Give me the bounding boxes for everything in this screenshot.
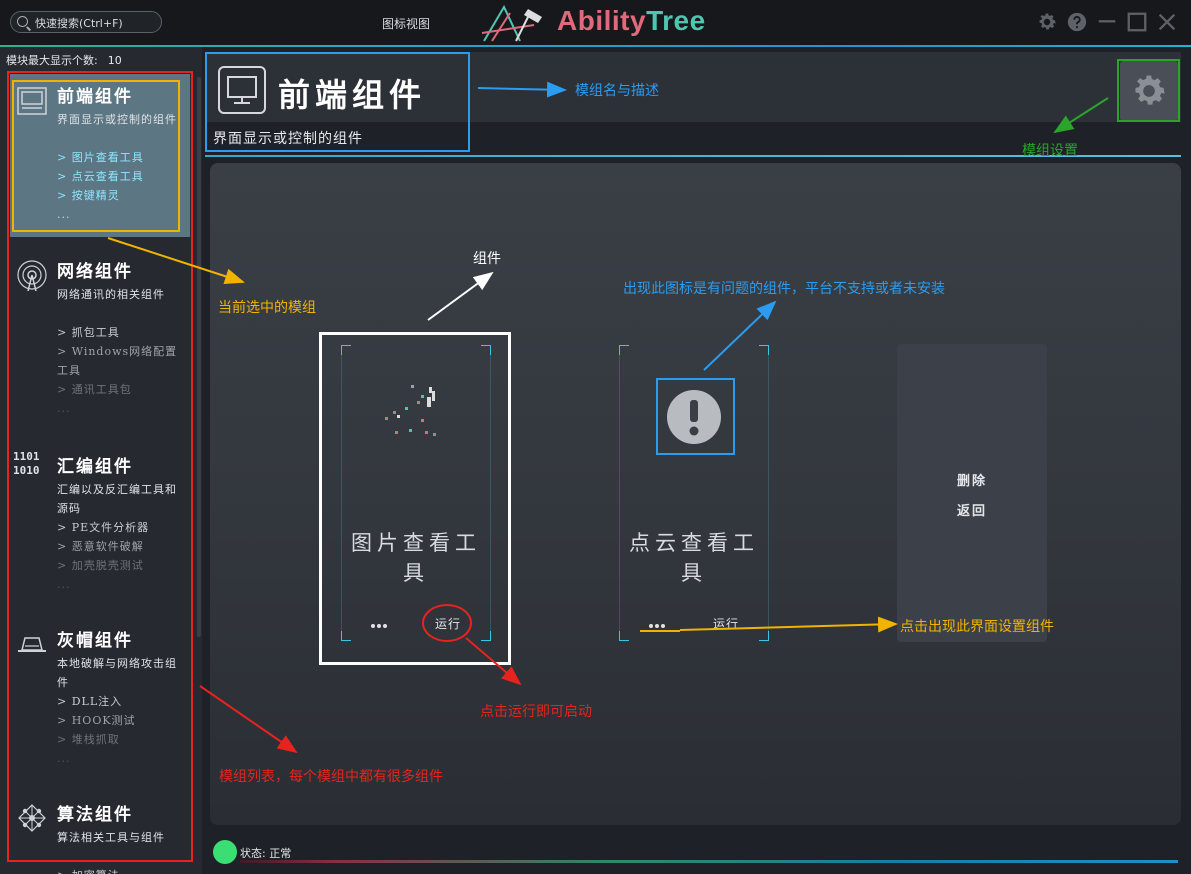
annotation-click-run: 点击运行即可启动 <box>480 703 592 719</box>
annotation-module-name-desc: 模组名与描述 <box>575 82 659 98</box>
list-item: > 加密算法 <box>57 866 120 874</box>
search-icon <box>17 16 28 27</box>
module-settings-highlight <box>1117 59 1180 122</box>
title-bar: 快速搜索(Ctrl+F) 图标视图 AbilityTree <box>0 0 1191 46</box>
search-input[interactable]: 快速搜索(Ctrl+F) <box>10 11 162 33</box>
more-button-underline <box>640 630 680 632</box>
annotation-module-settings: 模组设置 <box>1022 142 1078 158</box>
gear-icon[interactable] <box>1036 11 1058 33</box>
annotation-click-settings: 点击出现此界面设置组件 <box>900 618 1054 634</box>
warning-icon-highlight <box>656 378 735 455</box>
annotation-problem-icon: 出现此图标是有问题的组件，平台不支持或者未安装 <box>623 280 945 296</box>
max-display-count: 模块最大显示个数: 10 <box>6 54 122 67</box>
app-logo-text: AbilityTree <box>557 5 706 36</box>
help-icon[interactable] <box>1066 11 1088 33</box>
minimize-icon[interactable] <box>1096 11 1118 33</box>
run-button[interactable]: 运行 <box>713 615 739 632</box>
module-header-highlight <box>205 52 470 152</box>
view-mode-label[interactable]: 图标视图 <box>382 15 430 32</box>
close-icon[interactable] <box>1156 11 1178 33</box>
component-highlight <box>319 332 511 665</box>
more-options-button[interactable] <box>649 613 673 628</box>
status-indicator <box>213 840 237 864</box>
back-menu-item[interactable]: 返回 <box>897 500 1047 519</box>
logo-icon <box>481 4 542 42</box>
component-name: 点云查看工具 <box>629 531 759 585</box>
component-settings-menu: 删除 返回 <box>897 344 1047 642</box>
status-progress-line <box>240 860 1178 863</box>
status-text: 状态: 正常 <box>240 847 292 860</box>
run-button-highlight <box>422 604 472 642</box>
selected-module-highlight <box>12 80 180 232</box>
search-placeholder: 快速搜索(Ctrl+F) <box>35 17 123 30</box>
sidebar-scrollbar[interactable] <box>197 77 201 637</box>
annotation-module-list: 模组列表，每个模组中都有很多组件 <box>219 768 443 784</box>
annotation-component: 组件 <box>473 250 501 266</box>
maximize-icon[interactable] <box>1126 11 1148 33</box>
annotation-current-selected: 当前选中的模组 <box>218 299 316 315</box>
delete-menu-item[interactable]: 删除 <box>897 470 1047 489</box>
module-items: > 加密算法 <box>57 866 120 874</box>
